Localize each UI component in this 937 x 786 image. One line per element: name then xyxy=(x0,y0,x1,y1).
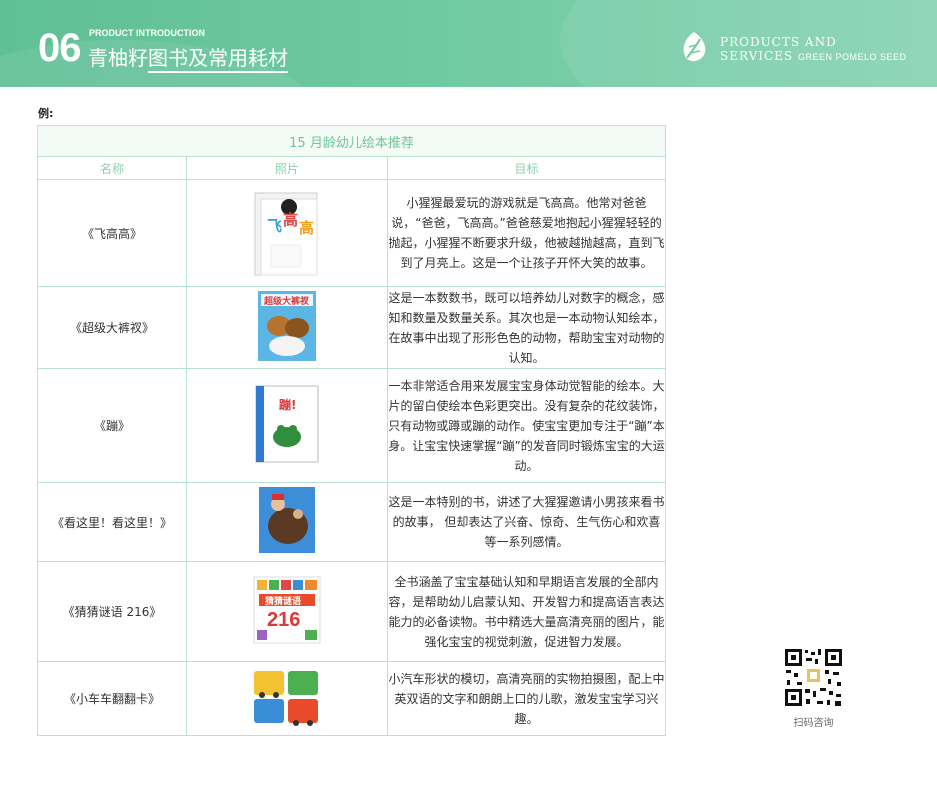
svg-text:超级大裤衩: 超级大裤衩 xyxy=(263,295,310,307)
column-header-goal: 目标 xyxy=(386,156,667,180)
book-recommendation-table: 15 月龄幼儿绘本推荐 名称 照片 目标 《飞高高》 飞 高 高 小猩猩最爱玩的… xyxy=(36,125,667,736)
book-name: 《飞高高》 xyxy=(37,179,187,287)
book-goal: 小猩猩最爱玩的游戏就是飞高高。他常对爸爸说，“爸爸，飞高高。”爸爸慈爱地抱起小猩… xyxy=(386,179,667,287)
brand-line-2: SERVICES GREEN POMELO SEED xyxy=(720,49,907,63)
book-cover-cai-cai-mi-yu-icon: 猜猜谜语 216 xyxy=(253,576,321,648)
book-photo: 超级大裤衩 xyxy=(186,286,388,369)
book-goal: 这是一本数数书，既可以培养幼儿对数字的概念，感知和数量及数量关系。其次也是一本动… xyxy=(386,286,667,369)
section-title-underlined: 图书及常用耗材 xyxy=(148,46,288,73)
table-row: 《小车车翻翻卡》 小汽车形状的模切，高清亮丽的实物拍摄图，配上中英双语的文字和朗… xyxy=(37,661,667,736)
section-title-prefix: 青柚籽 xyxy=(88,46,148,70)
svg-text:蹦!: 蹦! xyxy=(279,397,296,412)
column-header-name: 名称 xyxy=(37,156,187,180)
book-photo xyxy=(186,482,388,562)
book-goal: 一本非常适合用来发展宝宝身体动觉智能的绘本。大片的留白使绘本色彩更突出。没有复杂… xyxy=(386,368,667,483)
svg-text:飞: 飞 xyxy=(267,217,282,235)
table-row: 《超级大裤衩》 超级大裤衩 这是一本数数书，既可以培养幼儿对数字的概念，感知和数… xyxy=(37,286,667,369)
book-name: 《超级大裤衩》 xyxy=(37,286,187,369)
section-number: 06 xyxy=(38,26,81,70)
table-row: 《猜猜谜语 216》 猜猜谜语 216 全书涵盖了宝宝基础认知和早期语言发展的全… xyxy=(37,561,667,662)
brand-line-1: PRODUCTS AND xyxy=(720,35,837,49)
book-name: 《猜猜谜语 216》 xyxy=(37,561,187,662)
svg-text:216: 216 xyxy=(267,609,300,631)
svg-text:高: 高 xyxy=(283,211,298,229)
section-title-en: PRODUCT INTRODUCTION xyxy=(89,28,205,38)
book-cover-beng-icon: 蹦! xyxy=(255,385,319,467)
table-title: 15 月龄幼儿绘本推荐 xyxy=(36,125,667,157)
svg-text:高: 高 xyxy=(299,219,314,237)
book-photo: 飞 高 高 xyxy=(186,179,388,287)
table-row: 《飞高高》 飞 高 高 小猩猩最爱玩的游戏就是飞高高。他常对爸爸说，“爸爸，飞高… xyxy=(37,179,667,287)
book-photo: 蹦! xyxy=(186,368,388,483)
book-goal: 全书涵盖了宝宝基础认知和早期语言发展的全部内容，是帮助幼儿启蒙认知、开发智力和提… xyxy=(386,561,667,662)
book-name: 《蹦》 xyxy=(37,368,187,483)
brand-line-2-small: GREEN POMELO SEED xyxy=(797,52,907,62)
qr-code-icon xyxy=(783,647,844,708)
column-header-photo: 照片 xyxy=(186,156,388,180)
leaf-logo-icon xyxy=(683,32,706,62)
book-name: 《小车车翻翻卡》 xyxy=(37,661,187,736)
book-goal: 小汽车形状的模切，高清亮丽的实物拍摄图，配上中英双语的文字和朗朗上口的儿歌，激发… xyxy=(386,661,667,736)
example-label: 例: xyxy=(38,107,54,120)
book-photo: 猜猜谜语 216 xyxy=(186,561,388,662)
header-banner: 06 PRODUCT INTRODUCTION 青柚籽图书及常用耗材 PRODU… xyxy=(0,0,937,87)
qr-label: 扫码咨询 xyxy=(793,718,834,729)
book-cover-chao-ji-da-ku-cha-icon: 超级大裤衩 xyxy=(257,290,317,366)
brand-line-2-main: SERVICES xyxy=(720,49,794,63)
table-row: 《蹦》 蹦! 一本非常适合用来发展宝宝身体动觉智能的绘本。大片的留白使绘本色彩更… xyxy=(37,368,667,483)
book-cover-xiao-che-che-icon xyxy=(252,667,322,731)
book-goal: 这是一本特别的书，讲述了大猩猩邀请小男孩来看书的故事， 但却表达了兴奋、惊奇、生… xyxy=(386,482,667,562)
book-cover-kan-zhe-li-icon xyxy=(258,486,316,558)
section-title-zh: 青柚籽图书及常用耗材 xyxy=(88,42,288,73)
book-photo xyxy=(186,661,388,736)
book-name: 《看这里！看这里！》 xyxy=(37,482,187,562)
table-row: 《看这里！看这里！》 这是一本特别的书，讲述了大猩猩邀请小男孩来看书的故事， 但… xyxy=(37,482,667,562)
book-cover-fei-gao-gao-icon: 飞 高 高 xyxy=(251,185,323,281)
svg-text:猜猜谜语: 猜猜谜语 xyxy=(264,595,301,607)
